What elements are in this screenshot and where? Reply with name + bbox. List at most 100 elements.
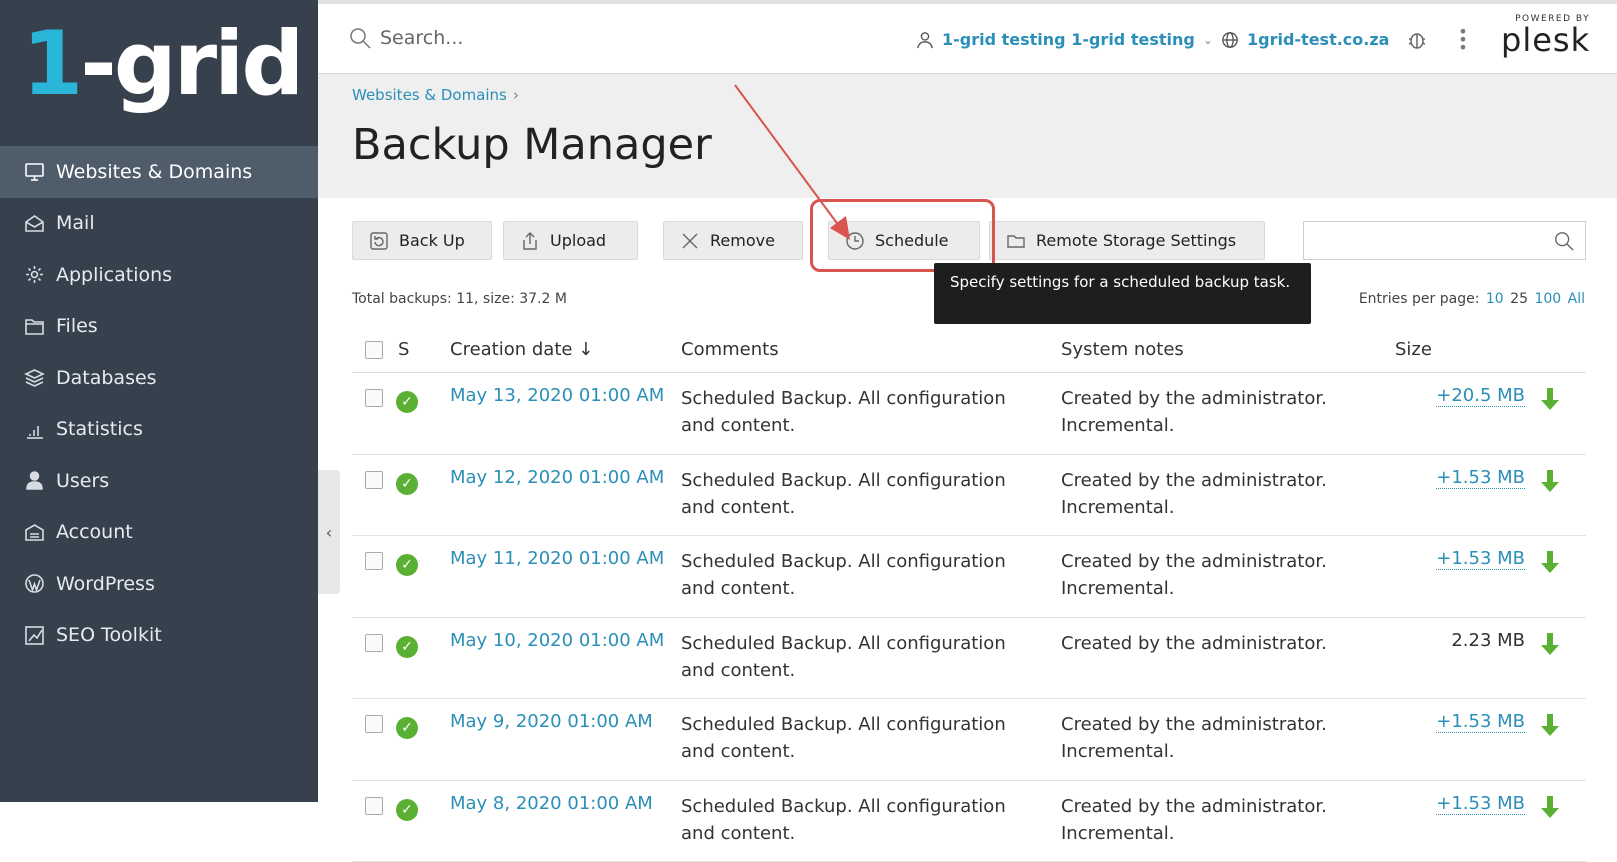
- folder-icon: [22, 315, 46, 337]
- success-check-icon: ✓: [396, 473, 418, 495]
- more-options-icon[interactable]: •••: [1458, 28, 1468, 52]
- download-arrow-icon[interactable]: [1539, 550, 1561, 574]
- sidebar-item-label: WordPress: [56, 573, 155, 595]
- backup-date-link[interactable]: May 8, 2020 01:00 AM: [450, 793, 653, 814]
- user-menu[interactable]: 1-grid testing 1-grid testing ⌄: [916, 30, 1213, 49]
- sidebar-item-files[interactable]: Files: [0, 301, 318, 353]
- row-checkbox[interactable]: [365, 715, 383, 733]
- bug-report-icon[interactable]: [1406, 29, 1428, 55]
- plesk-wordmark: plesk: [1501, 24, 1590, 56]
- sidebar-collapse-button[interactable]: ‹: [318, 470, 340, 594]
- entries-option-10[interactable]: 10: [1486, 291, 1504, 307]
- download-arrow-icon[interactable]: [1539, 387, 1561, 411]
- upload-icon: [520, 231, 540, 251]
- backup-system-note: Created by the administrator. Incrementa…: [1061, 711, 1361, 765]
- upload-button[interactable]: Upload: [503, 221, 638, 260]
- backup-system-note: Created by the administrator. Incrementa…: [1061, 385, 1361, 439]
- download-arrow-icon[interactable]: [1539, 713, 1561, 737]
- column-status[interactable]: S: [398, 339, 409, 360]
- chevron-down-icon: ⌄: [1203, 33, 1213, 47]
- row-checkbox[interactable]: [365, 634, 383, 652]
- table-row: ✓ May 10, 2020 01:00 AM Scheduled Backup. …: [352, 618, 1586, 700]
- backup-date-link[interactable]: May 11, 2020 01:00 AM: [450, 548, 664, 569]
- backup-size[interactable]: +1.53 MB: [1436, 467, 1525, 489]
- column-size[interactable]: Size: [1395, 339, 1432, 360]
- success-check-icon: ✓: [396, 636, 418, 658]
- backup-size[interactable]: +1.53 MB: [1436, 711, 1525, 733]
- remote-storage-settings-button[interactable]: Remote Storage Settings: [989, 221, 1265, 260]
- backup-size[interactable]: +1.53 MB: [1436, 793, 1525, 815]
- sidebar-item-label: Users: [56, 470, 109, 492]
- user-icon: [916, 31, 934, 49]
- backup-comment: Scheduled Backup. All configuration and …: [681, 630, 1031, 684]
- backup-comment: Scheduled Backup. All configuration and …: [681, 467, 1031, 521]
- table-header: S Creation date ↓ Comments System notes …: [352, 327, 1586, 373]
- search-icon: [348, 26, 372, 50]
- remote-storage-label: Remote Storage Settings: [1036, 231, 1236, 250]
- sidebar-item-wordpress[interactable]: WordPress: [0, 558, 318, 610]
- mail-icon: [22, 212, 46, 234]
- backup-label: Back Up: [399, 231, 465, 250]
- sidebar-item-seo-toolkit[interactable]: SEO Toolkit: [0, 610, 318, 662]
- global-search-input[interactable]: [380, 27, 580, 49]
- row-checkbox[interactable]: [365, 797, 383, 815]
- entries-option-100[interactable]: 100: [1534, 291, 1561, 307]
- download-arrow-icon[interactable]: [1539, 469, 1561, 493]
- backup-icon: [369, 231, 389, 251]
- select-all-checkbox[interactable]: [365, 341, 383, 359]
- backup-date-link[interactable]: May 12, 2020 01:00 AM: [450, 467, 664, 488]
- gear-icon: [22, 264, 46, 286]
- annotation-highlight-box: [810, 199, 995, 272]
- backup-size[interactable]: +20.5 MB: [1436, 385, 1525, 407]
- seo-chart-icon: [22, 624, 46, 646]
- backup-date-link[interactable]: May 9, 2020 01:00 AM: [450, 711, 653, 732]
- backup-system-note: Created by the administrator.: [1061, 630, 1361, 657]
- backup-search-field[interactable]: [1303, 221, 1586, 260]
- backups-table: S Creation date ↓ Comments System notes …: [352, 327, 1586, 862]
- brand-logo[interactable]: 1-grid: [22, 14, 301, 114]
- breadcrumb-websites-domains[interactable]: Websites & Domains: [352, 86, 507, 104]
- breadcrumb-separator: ›: [513, 86, 519, 104]
- table-row: ✓ May 12, 2020 01:00 AM Scheduled Backup. …: [352, 455, 1586, 537]
- backup-button[interactable]: Back Up: [352, 221, 492, 260]
- top-bar: 1-grid testing 1-grid testing ⌄ 1grid-te…: [318, 0, 1617, 74]
- backup-date-link[interactable]: May 13, 2020 01:00 AM: [450, 385, 664, 406]
- sidebar-item-mail[interactable]: Mail: [0, 198, 318, 250]
- backup-system-note: Created by the administrator. Incrementa…: [1061, 793, 1361, 847]
- table-row: ✓May 8, 2020 01:00 AMScheduled Backup. A…: [352, 781, 1586, 862]
- domain-link[interactable]: 1grid-test.co.za: [1221, 30, 1389, 49]
- backup-system-note: Created by the administrator. Incrementa…: [1061, 467, 1361, 521]
- success-check-icon: ✓: [396, 554, 418, 576]
- sidebar-item-label: Statistics: [56, 418, 143, 440]
- table-row: ✓ May 11, 2020 01:00 AM Scheduled Backup. …: [352, 536, 1586, 618]
- entries-option-25[interactable]: 25: [1510, 291, 1528, 307]
- backup-search-input[interactable]: [1304, 222, 1544, 259]
- column-system-notes[interactable]: System notes: [1061, 339, 1184, 360]
- sidebar-item-applications[interactable]: Applications: [0, 249, 318, 301]
- backup-date-link[interactable]: May 10, 2020 01:00 AM: [450, 630, 664, 651]
- sidebar-item-statistics[interactable]: Statistics: [0, 404, 318, 456]
- column-comments[interactable]: Comments: [681, 339, 779, 360]
- sidebar-item-users[interactable]: Users: [0, 455, 318, 507]
- sidebar-item-websites-domains[interactable]: Websites & Domains: [0, 146, 318, 198]
- backup-size[interactable]: +1.53 MB: [1436, 548, 1525, 570]
- row-checkbox[interactable]: [365, 552, 383, 570]
- sidebar-item-account[interactable]: Account: [0, 507, 318, 559]
- search-icon[interactable]: [1553, 230, 1575, 252]
- sidebar-item-databases[interactable]: Databases: [0, 352, 318, 404]
- row-checkbox[interactable]: [365, 471, 383, 489]
- backup-comment: Scheduled Backup. All configuration and …: [681, 548, 1031, 602]
- database-icon: [22, 367, 46, 389]
- column-creation-date[interactable]: Creation date ↓: [450, 339, 593, 360]
- download-arrow-icon[interactable]: [1539, 795, 1561, 819]
- entries-option-all[interactable]: All: [1568, 291, 1585, 307]
- global-search: [348, 26, 580, 50]
- schedule-tooltip: Specify settings for a scheduled backup …: [934, 263, 1311, 324]
- table-row: ✓May 13, 2020 01:00 AMScheduled Backup. …: [352, 373, 1586, 455]
- row-checkbox[interactable]: [365, 389, 383, 407]
- page-title: Backup Manager: [352, 120, 712, 170]
- domain-label: 1grid-test.co.za: [1247, 30, 1389, 49]
- backup-size: 2.23 MB: [1430, 630, 1525, 651]
- download-arrow-icon[interactable]: [1539, 632, 1561, 656]
- wordpress-icon: [22, 573, 46, 595]
